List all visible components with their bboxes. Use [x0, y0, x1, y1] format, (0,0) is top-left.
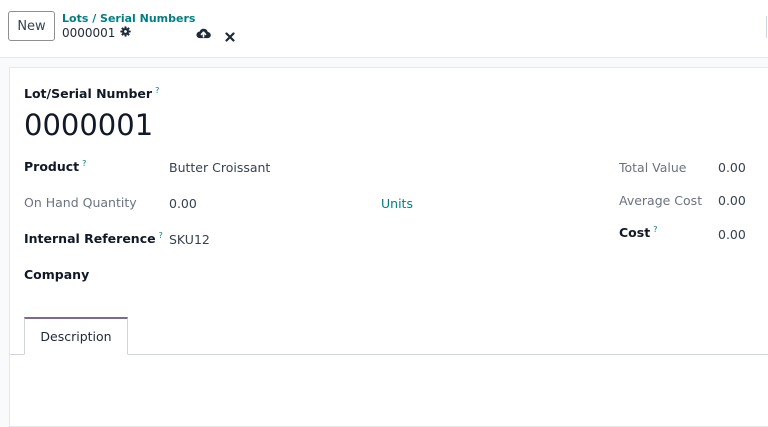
help-tooltip-icon[interactable]: ? [82, 159, 86, 168]
lot-label-text: Lot/Serial Number [24, 86, 153, 102]
on-hand-label: On Hand Quantity [24, 195, 137, 210]
average-cost-label: Average Cost [619, 193, 703, 208]
average-cost-value: 0.00 [718, 193, 746, 208]
lot-name-field[interactable]: 0000001 [24, 108, 153, 142]
breadcrumb-current-label: 0000001 [62, 26, 116, 40]
cost-label-text: Cost [619, 225, 651, 241]
cost-label: Cost? [619, 225, 657, 240]
total-value-value: 0.00 [718, 160, 746, 175]
units-link[interactable]: Units [381, 196, 413, 211]
cloud-upload-icon[interactable] [196, 25, 211, 44]
total-value-label: Total Value [619, 160, 687, 175]
help-tooltip-icon[interactable]: ? [653, 225, 657, 234]
product-field[interactable]: Butter Croissant [169, 160, 270, 175]
lot-label: Lot/Serial Number? [24, 86, 159, 101]
gear-icon[interactable] [120, 26, 132, 40]
divider [766, 16, 767, 38]
product-label: Product? [24, 159, 86, 174]
help-tooltip-icon[interactable]: ? [155, 86, 159, 95]
on-hand-value: 0.00 [169, 196, 197, 211]
tab-description[interactable]: Description [24, 317, 128, 355]
internal-ref-field[interactable]: SKU12 [169, 232, 210, 247]
control-panel: New Lots / Serial Numbers 0000001 [0, 0, 768, 58]
close-icon[interactable] [225, 27, 235, 46]
internal-ref-label-text: Internal Reference [24, 231, 156, 247]
breadcrumb-current: 0000001 [62, 26, 132, 40]
breadcrumb-parent-link[interactable]: Lots / Serial Numbers [62, 12, 195, 25]
internal-ref-label: Internal Reference? [24, 231, 163, 246]
cost-value: 0.00 [718, 227, 746, 242]
new-button[interactable]: New [8, 11, 55, 41]
company-label: Company [24, 267, 90, 282]
help-tooltip-icon[interactable]: ? [159, 231, 163, 240]
product-label-text: Product [24, 159, 80, 175]
